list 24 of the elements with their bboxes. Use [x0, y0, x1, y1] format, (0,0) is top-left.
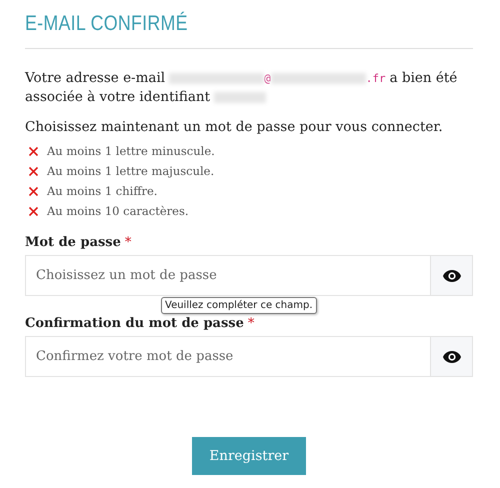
validation-tooltip: Veuillez compléter ce champ. — [161, 297, 317, 314]
email-text: .fr — [366, 72, 386, 85]
eye-icon — [442, 350, 462, 364]
required-mark: * — [248, 316, 254, 331]
page-title: E-MAIL CONFIRMÉ — [25, 10, 188, 36]
field-label: Confirmation du mot de passe — [25, 316, 244, 331]
requirement-text: Au moins 1 chiffre. — [47, 184, 158, 198]
required-mark: * — [124, 235, 132, 250]
requirement-text: Au moins 1 lettre minuscule. — [47, 144, 215, 158]
show-password-button[interactable] — [430, 255, 473, 296]
password-field[interactable]: Confirmez votre mot de passe — [25, 336, 430, 377]
email-text: @ — [264, 72, 271, 85]
eye-icon — [442, 268, 462, 282]
requirement-text: Au moins 10 caractères. — [47, 204, 189, 218]
requirement-text: Au moins 1 lettre majuscule. — [47, 164, 214, 178]
password-field[interactable]: Choisissez un mot de passe — [25, 255, 430, 296]
intro-text: Votre adresse e-mail — [25, 69, 166, 88]
redacted-blur — [214, 92, 266, 103]
field-label: Mot de passe — [25, 235, 121, 250]
intro-text: a bien été — [390, 69, 458, 88]
show-password-button[interactable] — [430, 336, 473, 377]
prompt-text: Choisissez maintenant un mot de passe pour vous connecter. — [25, 119, 444, 135]
save-button[interactable]: Enregistrer — [192, 437, 306, 475]
intro-text: associée à votre identifiant — [25, 88, 210, 107]
